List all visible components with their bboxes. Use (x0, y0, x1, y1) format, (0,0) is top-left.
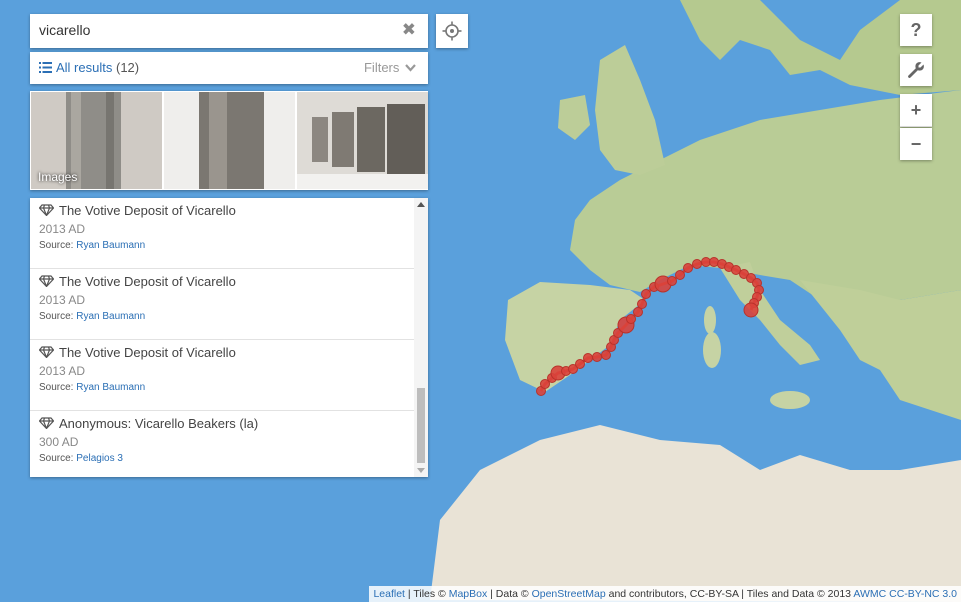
search-input[interactable] (39, 22, 379, 38)
source-link[interactable]: Ryan Baumann (76, 240, 145, 251)
filters-label: Filters (363, 60, 400, 75)
place-marker[interactable] (667, 276, 677, 286)
leaflet-link[interactable]: Leaflet (373, 588, 405, 600)
result-title[interactable]: Anonymous: Vicarello Beakers (la) (59, 416, 258, 431)
result-title[interactable]: The Votive Deposit of Vicarello (59, 345, 236, 360)
place-marker[interactable] (601, 350, 611, 360)
place-marker[interactable] (575, 359, 585, 369)
wrench-icon (908, 62, 924, 78)
result-date: 2013 AD (39, 293, 86, 307)
source-link[interactable]: Pelagios 3 (76, 453, 123, 464)
filters-dropdown[interactable]: Filters (364, 60, 416, 75)
osm-link[interactable]: OpenStreetMap (532, 588, 606, 600)
results-count: (12) (115, 60, 140, 75)
image-thumbnail-3[interactable] (297, 92, 428, 189)
result-date: 2013 AD (39, 364, 86, 378)
all-results-label: All results (56, 60, 113, 75)
search-box: ✖ (30, 14, 428, 48)
list-item[interactable]: Anonymous: Vicarello Beakers (la) 300 AD… (30, 411, 414, 477)
settings-button[interactable] (900, 54, 932, 86)
source-link[interactable]: Ryan Baumann (76, 311, 145, 322)
plus-icon: + (910, 99, 922, 120)
help-button[interactable]: ? (900, 14, 932, 46)
images-strip[interactable]: Images (30, 91, 428, 190)
landmass-sicily (770, 391, 810, 409)
mapbox-link[interactable]: MapBox (449, 588, 488, 600)
help-icon: ? (910, 19, 922, 40)
list-item[interactable]: The Votive Deposit of Vicarello 2013 AD … (30, 269, 414, 340)
locate-button[interactable] (436, 14, 468, 48)
place-marker[interactable] (675, 270, 685, 280)
diamond-icon (39, 417, 54, 429)
list-item[interactable]: The Votive Deposit of Vicarello 2013 AD … (30, 198, 414, 269)
image-thumbnail-2[interactable] (164, 92, 295, 189)
list-icon (39, 62, 52, 73)
close-icon[interactable]: ✖ (402, 20, 416, 40)
result-list[interactable]: The Votive Deposit of Vicarello 2013 AD … (30, 198, 428, 477)
result-source: Source: Ryan Baumann (39, 382, 146, 393)
crosshair-icon (442, 21, 462, 41)
images-label: Images (38, 170, 78, 184)
diamond-icon (39, 346, 54, 358)
result-title[interactable]: The Votive Deposit of Vicarello (59, 274, 236, 289)
result-title[interactable]: The Votive Deposit of Vicarello (59, 203, 236, 218)
result-source: Source: Pelagios 3 (39, 453, 123, 464)
map-attribution: Leaflet | Tiles © MapBox | Data © OpenSt… (369, 586, 961, 602)
source-link[interactable]: Ryan Baumann (76, 382, 145, 393)
place-marker[interactable] (743, 302, 759, 318)
place-marker[interactable] (583, 353, 593, 363)
place-marker[interactable] (592, 352, 602, 362)
landmass-corsica (704, 306, 716, 334)
scroll-up-arrow-icon[interactable] (414, 200, 428, 210)
results-bar: All results (12) Filters (30, 52, 428, 84)
list-item[interactable]: The Votive Deposit of Vicarello 2013 AD … (30, 340, 414, 411)
minus-icon: − (910, 133, 922, 154)
chevron-down-icon (405, 64, 416, 72)
zoom-out-button[interactable]: − (900, 128, 932, 160)
all-results-link[interactable]: All results (12) (39, 60, 139, 75)
place-marker[interactable] (641, 289, 651, 299)
scroll-down-arrow-icon[interactable] (414, 465, 428, 475)
diamond-icon (39, 204, 54, 216)
scroll-thumb[interactable] (417, 388, 425, 463)
result-date: 2013 AD (39, 222, 86, 236)
place-marker[interactable] (637, 299, 647, 309)
result-source: Source: Ryan Baumann (39, 311, 146, 322)
place-marker[interactable] (692, 259, 702, 269)
diamond-icon (39, 275, 54, 287)
place-marker[interactable] (626, 314, 636, 324)
zoom-in-button[interactable]: + (900, 94, 932, 127)
scrollbar[interactable] (414, 198, 428, 477)
awmc-link[interactable]: AWMC CC-BY-NC 3.0 (853, 588, 957, 600)
result-date: 300 AD (39, 435, 79, 449)
landmass-sardinia (703, 332, 721, 368)
result-source: Source: Ryan Baumann (39, 240, 146, 251)
place-marker[interactable] (683, 263, 693, 273)
